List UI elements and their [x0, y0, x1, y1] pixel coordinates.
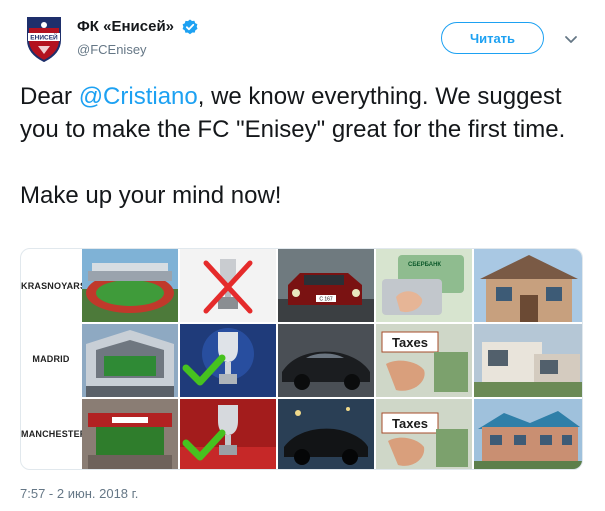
stadium-photo: [82, 324, 178, 397]
trophy-check-image: [180, 399, 276, 469]
tweet-text-start: Dear: [20, 83, 79, 110]
stadium-photo: [82, 249, 178, 322]
tweet-header: ЕНИСЕЙ ФК «Енисей» @FCEnisey Читать: [20, 14, 585, 63]
verified-badge-icon: [182, 19, 198, 35]
avatar[interactable]: ЕНИСЕЙ: [24, 16, 64, 63]
small-house-photo: [474, 249, 582, 322]
account-name-block[interactable]: ФК «Енисей» @FCEnisey: [77, 18, 198, 57]
row-label-manchester: MANCHESTER: [21, 429, 87, 439]
taxes-sign-text: Taxes: [392, 416, 428, 431]
taxes-sign-photo: Taxes: [376, 399, 472, 469]
crossed-out-trophy-image: [180, 249, 276, 322]
bank-cards-photo: СБЕРБАНК: [376, 249, 472, 322]
tweet-media-image[interactable]: KRASNOYARSK MADRID MANCHESTER C 167 СБЕР…: [20, 248, 583, 470]
follow-button[interactable]: Читать: [441, 22, 544, 54]
display-name[interactable]: ФК «Енисей»: [77, 18, 174, 35]
old-car-photo: C 167: [278, 249, 374, 322]
tweet-paragraph: Dear @Cristiano, we know everything. We …: [20, 80, 585, 146]
chevron-down-icon[interactable]: [564, 32, 578, 43]
taxes-sign-photo: Taxes: [376, 324, 472, 397]
row-label-madrid: MADRID: [32, 354, 70, 364]
mention-link[interactable]: @Cristiano: [79, 83, 198, 110]
tweet-second-line: Make up your mind now!: [20, 182, 282, 209]
tweet-text: Dear @Cristiano, we know everything. We …: [20, 80, 585, 212]
row-label-krasnoyarsk: KRASNOYARSK: [21, 281, 93, 291]
stadium-photo: [82, 399, 178, 469]
logo-text: ЕНИСЕЙ: [30, 33, 58, 42]
tweet-timestamp[interactable]: 7:57 - 2 июн. 2018 г.: [20, 486, 138, 501]
taxes-sign-text: Taxes: [392, 335, 428, 350]
sports-car-photo: [278, 399, 374, 469]
bank-card-text: СБЕРБАНК: [408, 262, 441, 268]
license-plate-text: C 167: [319, 297, 333, 303]
account-handle[interactable]: @FCEnisey: [77, 42, 198, 57]
trophy-check-image: [180, 324, 276, 397]
sports-car-photo: [278, 324, 374, 397]
modern-villa-photo: [474, 324, 582, 397]
mansion-photo: [474, 399, 582, 469]
